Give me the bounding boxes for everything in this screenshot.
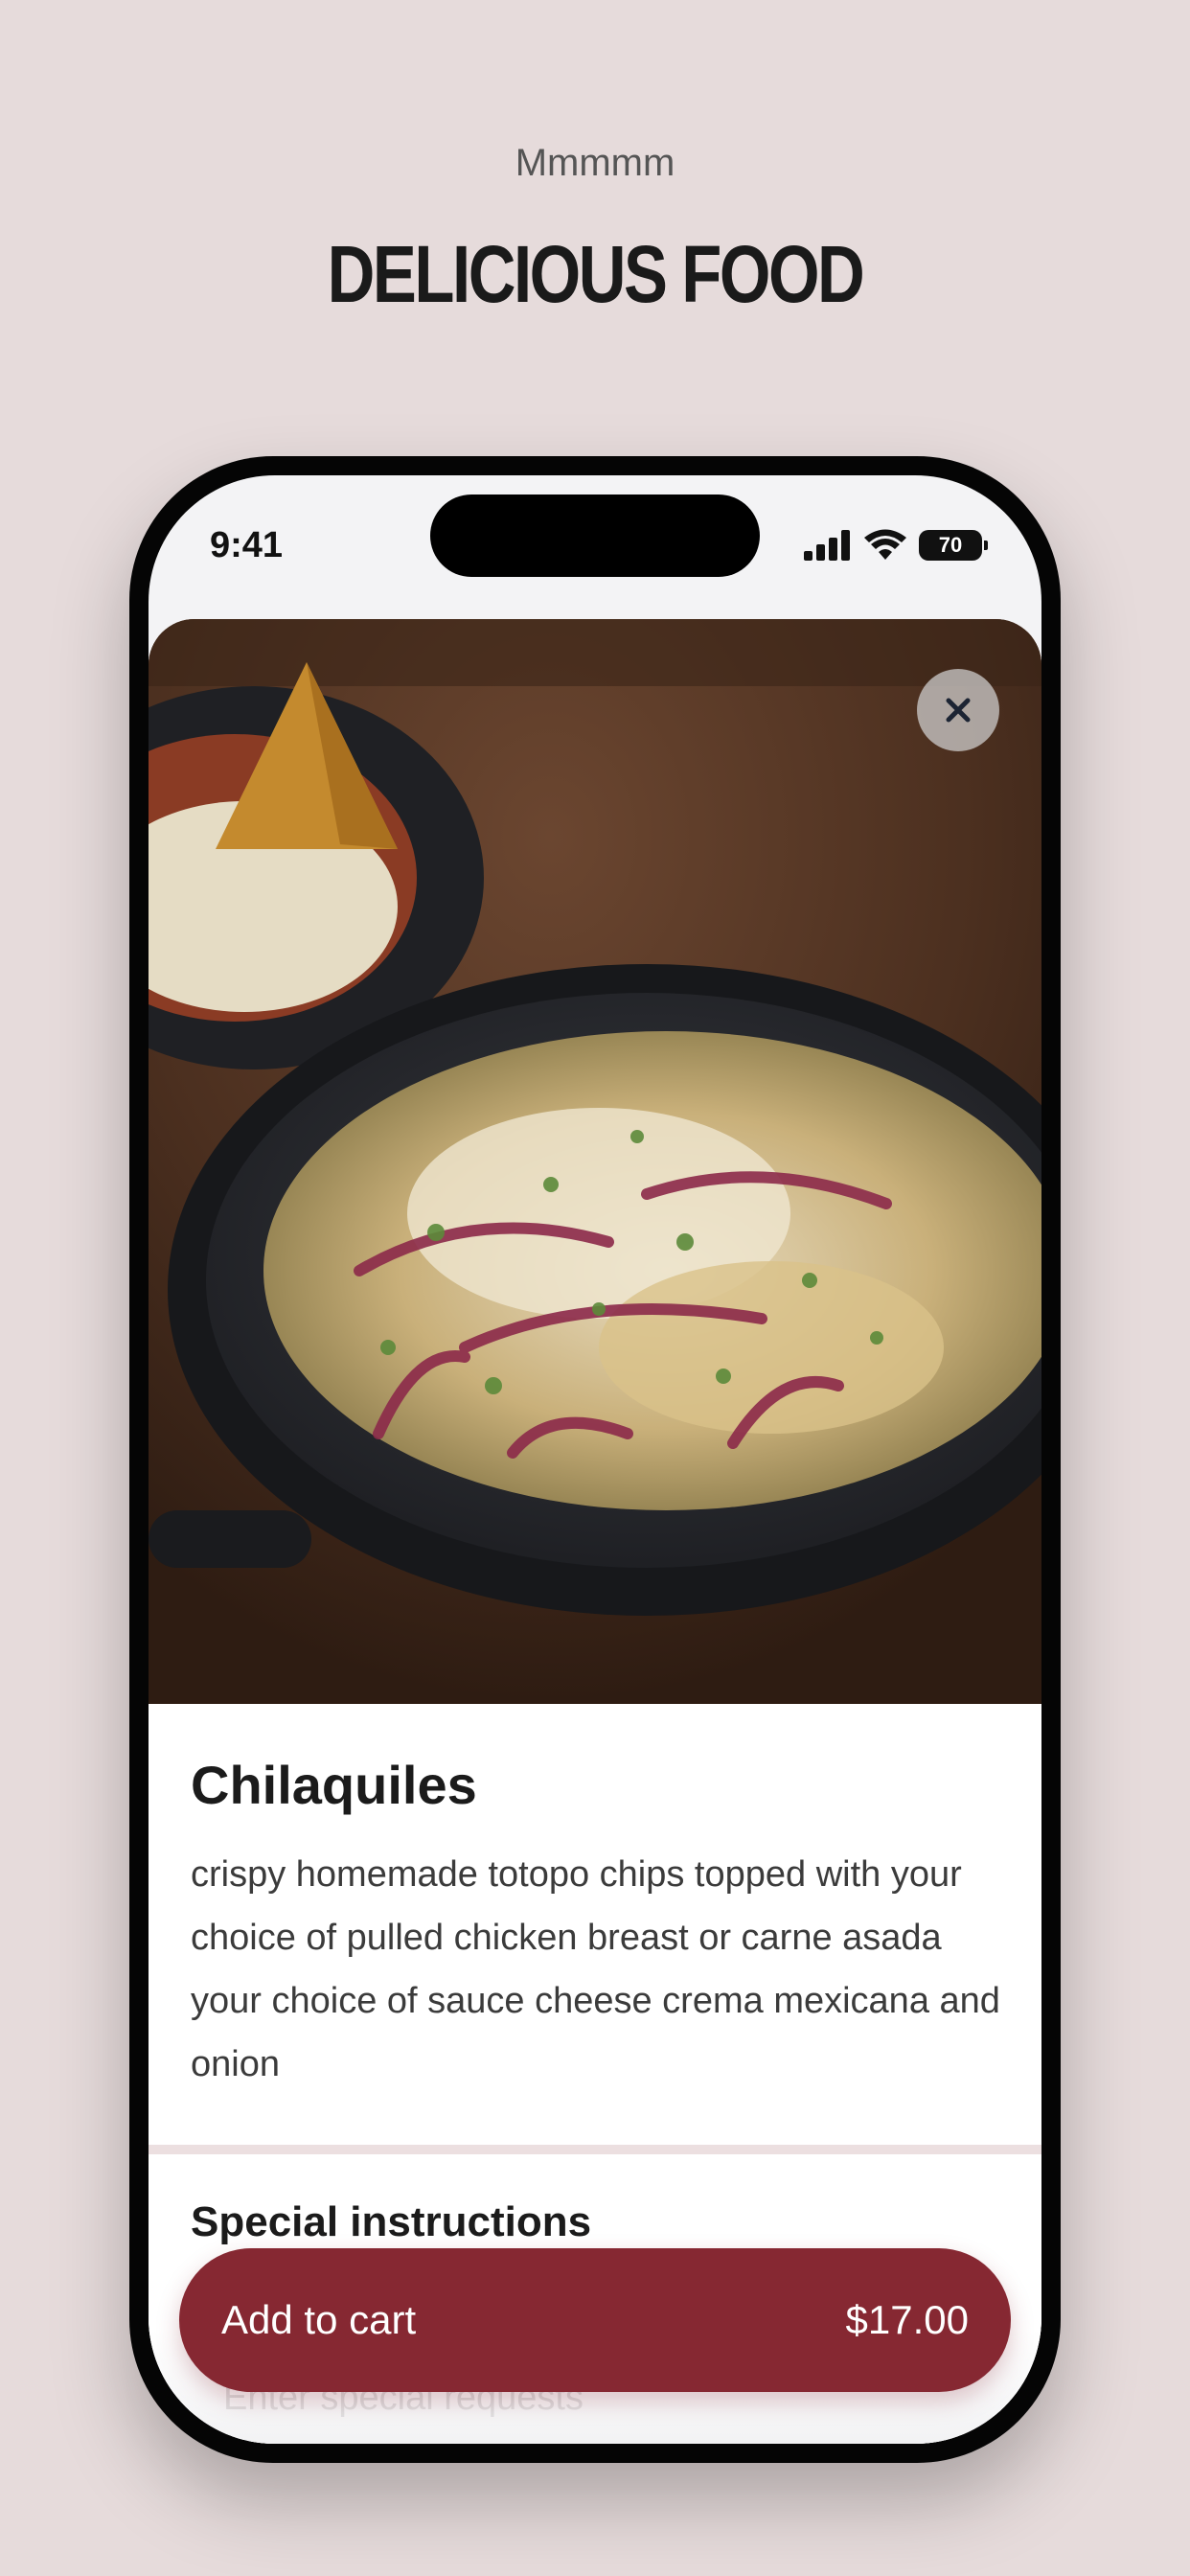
food-illustration [149, 619, 1041, 1704]
page-headline: Delicious Food [327, 229, 865, 319]
cellular-signal-icon [804, 530, 850, 561]
eyebrow-text: Mmmmm [515, 142, 675, 184]
phone-frame: 9:41 70 Chilaquiles crispy homemade toto… [129, 456, 1061, 2463]
add-to-cart-button[interactable]: Add to cart $17.00 [179, 2248, 1011, 2392]
add-to-cart-price: $17.00 [845, 2297, 969, 2342]
item-description: crispy homemade totopo chips topped with… [191, 1854, 1000, 2084]
special-instructions-title: Special instructions [191, 2198, 592, 2245]
status-bar: 9:41 70 [149, 475, 1041, 619]
status-time: 9:41 [210, 525, 284, 565]
item-details: Chilaquiles crispy homemade totopo chips… [149, 1704, 1041, 2145]
phone-screen: 9:41 70 Chilaquiles crispy homemade toto… [149, 475, 1041, 2444]
section-divider [149, 2145, 1041, 2154]
add-to-cart-label: Add to cart [221, 2297, 417, 2342]
item-detail-sheet: Chilaquiles crispy homemade totopo chips… [149, 619, 1041, 2444]
food-image [149, 619, 1041, 1704]
battery-icon: 70 [919, 530, 988, 561]
page: Mmmmm Delicious Food 9:41 [0, 0, 1190, 2576]
close-button[interactable] [917, 669, 999, 751]
status-icons: 70 [804, 529, 988, 562]
wifi-icon [864, 529, 906, 560]
dynamic-island [430, 494, 760, 577]
item-title: Chilaquiles [191, 1755, 477, 1815]
close-icon [946, 698, 971, 723]
